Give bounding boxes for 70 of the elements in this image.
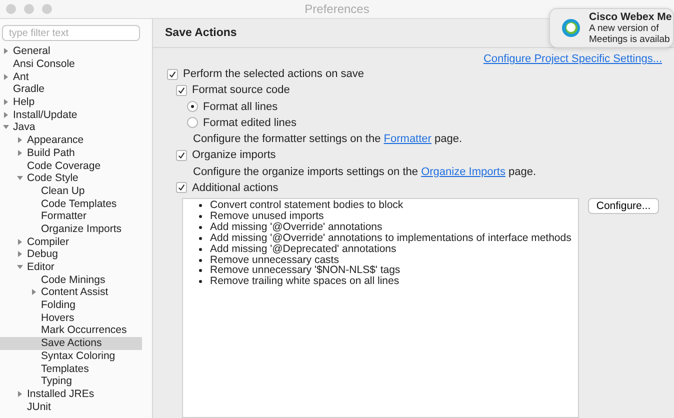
collapsed-arrow-icon[interactable] — [2, 48, 8, 54]
tree-item[interactable]: Formatter — [0, 210, 142, 223]
tree-item[interactable]: Code Coverage — [0, 159, 142, 172]
notification[interactable]: Cisco Webex Me A new version of Meetings is availab — [549, 8, 674, 48]
tree-item[interactable]: Typing — [0, 374, 142, 388]
tree-item[interactable]: Organize Imports — [0, 222, 142, 236]
checkbox[interactable] — [176, 182, 187, 194]
tree-item[interactable]: Code Minings — [0, 273, 142, 286]
tree-item[interactable]: Code Templates — [0, 197, 142, 210]
tree-item[interactable]: Compiler — [0, 235, 142, 248]
checkbox[interactable] — [176, 84, 187, 96]
settings-link[interactable]: Formatter — [384, 133, 432, 146]
action-item: Convert control statement bodies to block — [199, 200, 578, 211]
window-title: Preferences — [304, 2, 370, 16]
tree-item[interactable]: Content Assist — [0, 286, 142, 299]
settings-link[interactable]: Organize Imports — [421, 166, 506, 178]
collapsed-arrow-icon[interactable] — [30, 289, 36, 296]
checkbox[interactable] — [176, 150, 187, 161]
tree-item[interactable]: Code Style — [0, 172, 142, 185]
tree-item[interactable]: Ant — [0, 70, 142, 84]
notification-text: A new version of — [589, 23, 660, 34]
expanded-arrow-icon[interactable] — [2, 124, 8, 130]
tree-item[interactable]: Appearance — [0, 134, 142, 146]
tree-item[interactable]: Save Actions — [0, 336, 142, 350]
tree-item[interactable]: General — [0, 45, 142, 58]
tree-item[interactable]: Build Path — [0, 146, 142, 160]
tree-item[interactable]: Help — [0, 96, 142, 108]
checkbox-label: Perform the selected actions on save — [183, 68, 364, 80]
action-item: Remove unused imports — [199, 210, 578, 222]
expanded-arrow-icon[interactable] — [16, 175, 22, 182]
tree-item[interactable]: Debug — [0, 248, 142, 261]
collapsed-arrow-icon[interactable] — [2, 74, 8, 80]
tree-item[interactable]: Gradle — [0, 83, 142, 96]
tree-item[interactable]: Folding — [0, 298, 142, 312]
action-item: Add missing '@Override' annotations — [199, 222, 578, 233]
expanded-arrow-icon[interactable] — [16, 264, 22, 270]
settings-note: Configure the formatter settings on the Formatter page. — [193, 133, 462, 146]
action-item: Add missing '@Deprecated' annotations — [199, 244, 578, 255]
page-title: Save Actions — [165, 27, 237, 39]
tree-item[interactable]: Ansi Console — [0, 58, 142, 70]
tree-item[interactable]: Syntax Coloring — [0, 350, 142, 362]
tree-item[interactable]: Installed JREs — [0, 388, 142, 400]
configure-button[interactable]: Configure... — [588, 198, 659, 214]
filter-field[interactable]: type filter text — [2, 25, 140, 41]
action-item: Remove unnecessary '$NON-NLS$' tags — [199, 265, 578, 276]
radio-label: Format edited lines — [203, 116, 297, 129]
tree-item[interactable]: Templates — [0, 362, 142, 375]
radio-label: Format all lines — [203, 100, 278, 113]
tree-item[interactable]: Java — [0, 121, 142, 134]
radio-button[interactable] — [187, 117, 198, 128]
project-settings-link[interactable]: Configure Project Specific Settings... — [483, 52, 662, 65]
tree-item[interactable]: Clean Up — [0, 184, 142, 198]
tree-item[interactable]: Mark Occurrences — [0, 324, 142, 337]
app-logo-icon — [561, 18, 581, 38]
checkbox[interactable] — [167, 68, 178, 80]
checkbox-label: Additional actions — [192, 182, 278, 194]
settings-note: Configure the organize imports settings on the Organize Imports page. — [193, 166, 536, 178]
tree-item[interactable]: Hovers — [0, 311, 142, 324]
radio-button[interactable] — [187, 101, 198, 112]
tree-item[interactable]: Editor — [0, 260, 142, 274]
tree-item[interactable]: Install/Update — [0, 108, 142, 122]
action-item: Remove trailing white spaces on all lines — [199, 276, 578, 288]
checkbox-label: Format source code — [192, 84, 290, 96]
checkbox-label: Organize imports — [192, 149, 276, 162]
tree-item[interactable]: JUnit — [0, 400, 142, 413]
notification-text: Meetings is availab — [589, 34, 671, 45]
notification-title: Cisco Webex Me — [589, 11, 672, 23]
action-item: Remove unnecessary casts — [199, 254, 578, 266]
action-item: Add missing '@Override' annotations to implementations of interface methods — [199, 232, 578, 244]
collapsed-arrow-icon[interactable] — [16, 390, 22, 397]
